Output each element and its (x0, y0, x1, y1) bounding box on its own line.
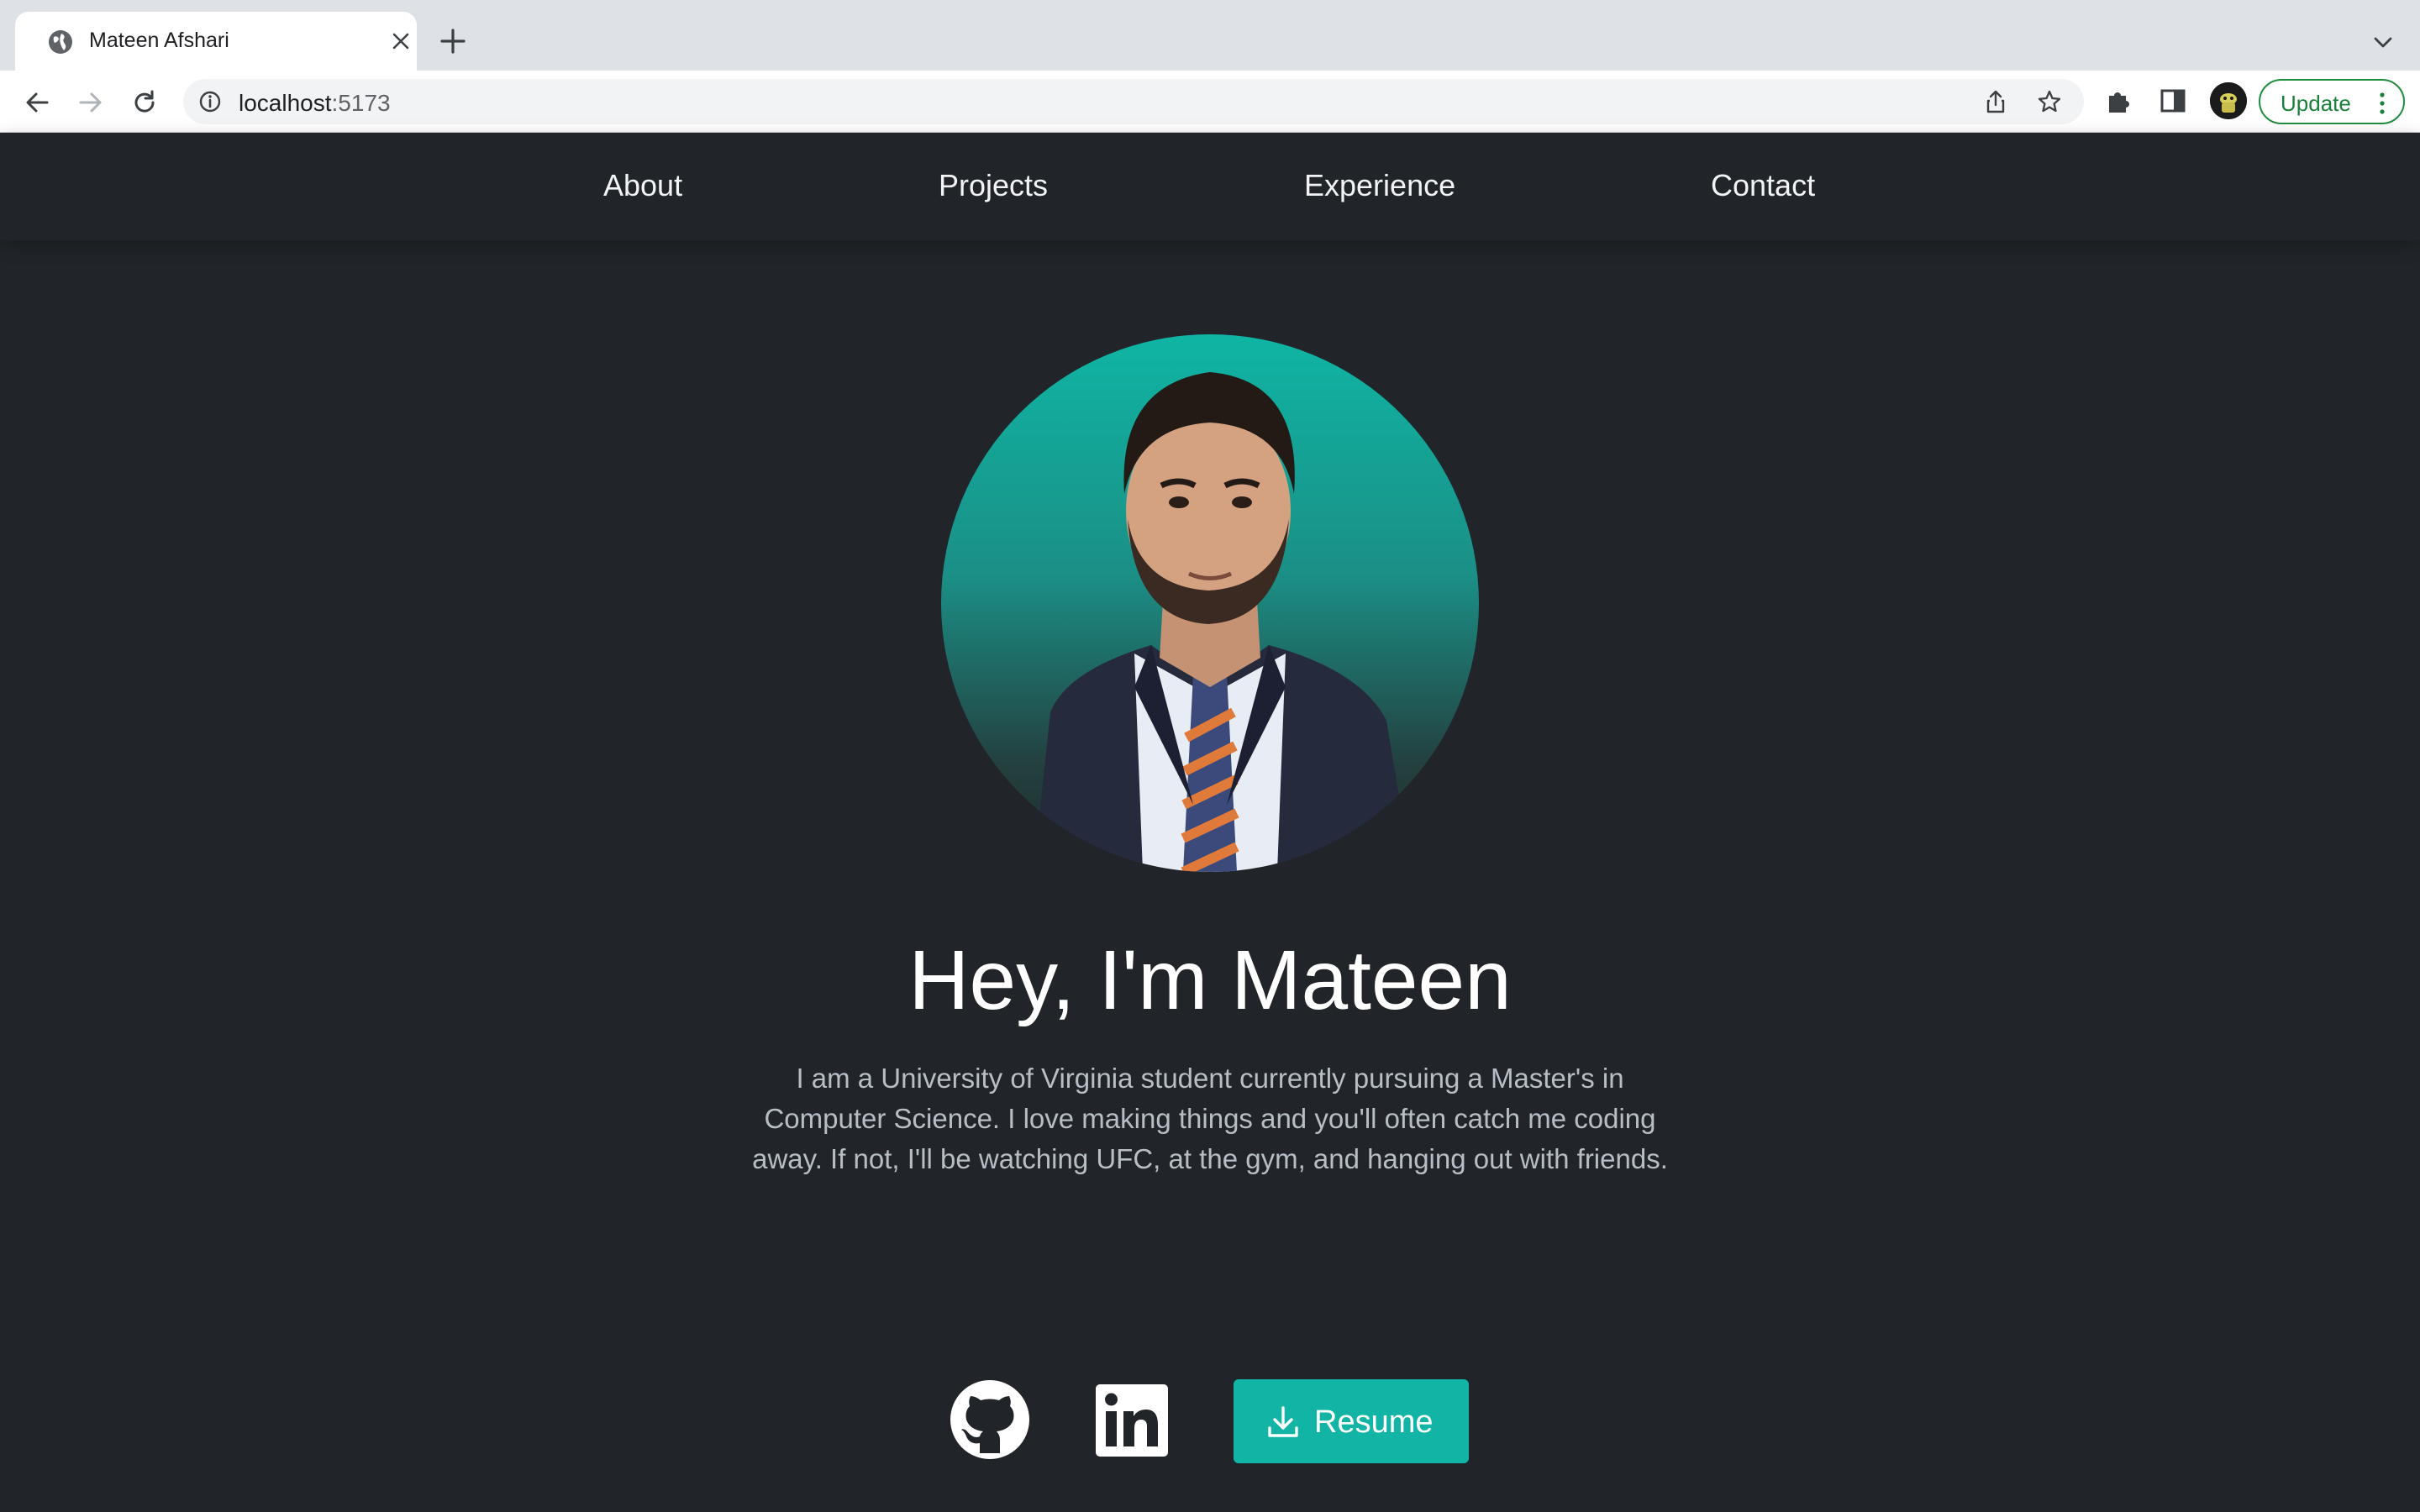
chevron-down-icon[interactable] (2371, 30, 2395, 54)
profile-picture-icon (2210, 82, 2247, 119)
update-label: Update (2281, 91, 2351, 116)
nav-link-contact[interactable]: Contact (1711, 168, 1815, 203)
nav-link-about[interactable]: About (603, 168, 682, 203)
browser-tab[interactable]: Mateen Afshari (15, 12, 417, 71)
browser-toolbar: localhost:5173 Update (0, 71, 2420, 133)
share-icon[interactable] (1983, 89, 2008, 114)
address-bar[interactable]: localhost:5173 (183, 79, 2084, 124)
side-panel-icon[interactable] (2158, 86, 2188, 116)
update-button[interactable]: Update (2259, 79, 2405, 124)
person-portrait-illustration (1034, 372, 1412, 872)
github-icon[interactable] (950, 1379, 1030, 1460)
profile-portrait (941, 334, 1479, 872)
hero-bio: I am a University of Virginia student cu… (752, 1063, 1668, 1174)
site-navbar: About Projects Experience Contact (0, 133, 2420, 240)
resume-label: Resume (1314, 1404, 1434, 1440)
back-arrow-icon[interactable] (22, 87, 52, 118)
browser-tab-strip: Mateen Afshari (0, 0, 2420, 71)
nav-link-experience[interactable]: Experience (1304, 168, 1455, 203)
new-tab-icon[interactable] (439, 27, 467, 55)
tab-title: Mateen Afshari (89, 29, 229, 52)
globe-icon (49, 30, 72, 54)
download-icon (1268, 1406, 1298, 1437)
extensions-puzzle-icon[interactable] (2104, 86, 2134, 116)
close-icon[interactable] (390, 30, 412, 52)
more-vertical-icon[interactable] (2378, 91, 2386, 116)
bookmark-star-icon[interactable] (2037, 89, 2062, 114)
url-port: :5173 (331, 90, 391, 116)
forward-arrow-icon[interactable] (76, 87, 106, 118)
hero-headline: Hey, I'm Mateen (908, 933, 1512, 1027)
linkedin-icon[interactable] (1096, 1384, 1168, 1457)
url-text: localhost:5173 (239, 90, 391, 117)
info-icon[interactable] (198, 90, 222, 113)
url-host: localhost (239, 90, 332, 116)
profile-avatar[interactable] (2210, 82, 2247, 119)
nav-link-projects[interactable]: Projects (939, 168, 1048, 203)
resume-download-button[interactable]: Resume (1234, 1379, 1469, 1463)
portfolio-page: About Projects Experience Contact Hey, I… (0, 133, 2420, 1512)
reload-icon[interactable] (129, 87, 160, 118)
